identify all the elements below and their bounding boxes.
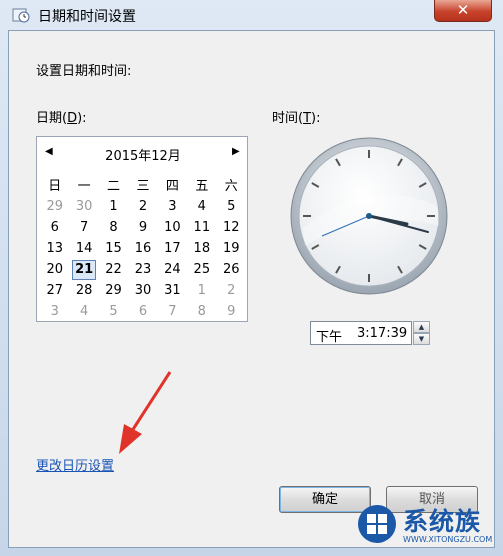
calendar-day[interactable]: 9: [128, 217, 157, 238]
calendar-day[interactable]: 20: [40, 259, 69, 280]
calendar-day[interactable]: 31: [158, 280, 187, 301]
time-ampm[interactable]: 下午: [316, 326, 342, 345]
calendar-day[interactable]: 16: [128, 238, 157, 259]
weekday-header: 三: [136, 178, 150, 194]
watermark-name: 系统族: [403, 507, 482, 536]
calendar-day[interactable]: 14: [69, 238, 98, 259]
calendar-day[interactable]: 27: [40, 280, 69, 301]
calendar-day[interactable]: 15: [99, 238, 128, 259]
calendar-day[interactable]: 30: [128, 280, 157, 301]
calendar-day[interactable]: 1: [99, 196, 128, 217]
calendar-day[interactable]: 7: [69, 217, 98, 238]
calendar-day[interactable]: 28: [69, 280, 98, 301]
title-bar[interactable]: 日期和时间设置 ✕: [0, 0, 503, 30]
calendar-month-label[interactable]: 2015年12月: [37, 145, 249, 164]
red-arrow-icon: [119, 371, 172, 454]
calendar-day[interactable]: 8: [187, 301, 216, 322]
calendar-day[interactable]: 17: [158, 238, 187, 259]
calendar-day[interactable]: 3: [158, 196, 187, 217]
time-value[interactable]: 3:17:39: [357, 326, 407, 341]
calendar-grid: 日一二三四五六 29 30 1 2 3 4 5 6 7 8 9 10 11 12 13 14 15 16 17 18 1…: [40, 172, 246, 322]
dialog-window: 日期和时间设置 ✕ 设置日期和时间: 日期(D): 时间(T): ◀ 2015年…: [0, 0, 503, 556]
calendar-day[interactable]: 24: [158, 259, 187, 280]
site-watermark: 系统族 WWW.XITONGZU.COM: [357, 500, 503, 556]
calendar-day[interactable]: 10: [158, 217, 187, 238]
month-calendar[interactable]: ◀ 2015年12月 ▶ 日一二三四五六 29 30 1 2 3 4 5 6 7 8 9 10 11 12…: [36, 136, 248, 322]
calendar-day[interactable]: 2: [217, 280, 246, 301]
next-month-icon[interactable]: ▶: [232, 146, 240, 157]
calendar-day[interactable]: 8: [99, 217, 128, 238]
change-calendar-settings-link[interactable]: 更改日历设置: [36, 455, 114, 474]
weekday-header: 二: [107, 178, 121, 194]
calendar-day[interactable]: 6: [128, 301, 157, 322]
calendar-day[interactable]: 7: [158, 301, 187, 322]
calendar-day[interactable]: 11: [187, 217, 216, 238]
calendar-day[interactable]: 21: [69, 259, 98, 280]
window-title: 日期和时间设置: [38, 9, 136, 25]
calendar-day[interactable]: 29: [40, 196, 69, 217]
watermark-url: WWW.XITONGZU.COM: [403, 535, 493, 544]
time-label: 时间(T):: [272, 111, 321, 126]
analog-clock: [290, 137, 448, 295]
calendar-day[interactable]: 6: [40, 217, 69, 238]
calendar-day[interactable]: 18: [187, 238, 216, 259]
spin-down-icon[interactable]: ▼: [413, 333, 430, 345]
date-label: 日期(D):: [36, 111, 87, 126]
weekday-header: 四: [165, 178, 179, 194]
weekday-header: 六: [224, 178, 238, 194]
weekday-header: 日: [48, 178, 62, 194]
weekday-header: 五: [195, 178, 209, 194]
calendar-day[interactable]: 4: [187, 196, 216, 217]
close-icon: ✕: [456, 1, 470, 19]
clock-settings-icon: [12, 8, 30, 23]
calendar-day[interactable]: 25: [187, 259, 216, 280]
calendar-day[interactable]: 5: [217, 196, 246, 217]
calendar-day[interactable]: 30: [69, 196, 98, 217]
calendar-day[interactable]: 2: [128, 196, 157, 217]
close-button[interactable]: ✕: [434, 0, 492, 22]
time-input[interactable]: 下午 3:17:39: [310, 321, 412, 345]
calendar-day[interactable]: 13: [40, 238, 69, 259]
spin-up-icon[interactable]: ▲: [413, 321, 430, 333]
calendar-day[interactable]: 29: [99, 280, 128, 301]
calendar-day[interactable]: 4: [69, 301, 98, 322]
page-heading: 设置日期和时间:: [36, 64, 132, 79]
windows-logo-icon: [358, 505, 396, 543]
calendar-day[interactable]: 26: [217, 259, 246, 280]
calendar-day[interactable]: 23: [128, 259, 157, 280]
weekday-header: 一: [77, 178, 91, 194]
calendar-day[interactable]: 19: [217, 238, 246, 259]
calendar-day[interactable]: 5: [99, 301, 128, 322]
calendar-day[interactable]: 9: [217, 301, 246, 322]
calendar-day[interactable]: 22: [99, 259, 128, 280]
calendar-day[interactable]: 12: [217, 217, 246, 238]
time-spinner[interactable]: ▲ ▼: [413, 321, 430, 345]
calendar-day[interactable]: 3: [40, 301, 69, 322]
calendar-day[interactable]: 1: [187, 280, 216, 301]
